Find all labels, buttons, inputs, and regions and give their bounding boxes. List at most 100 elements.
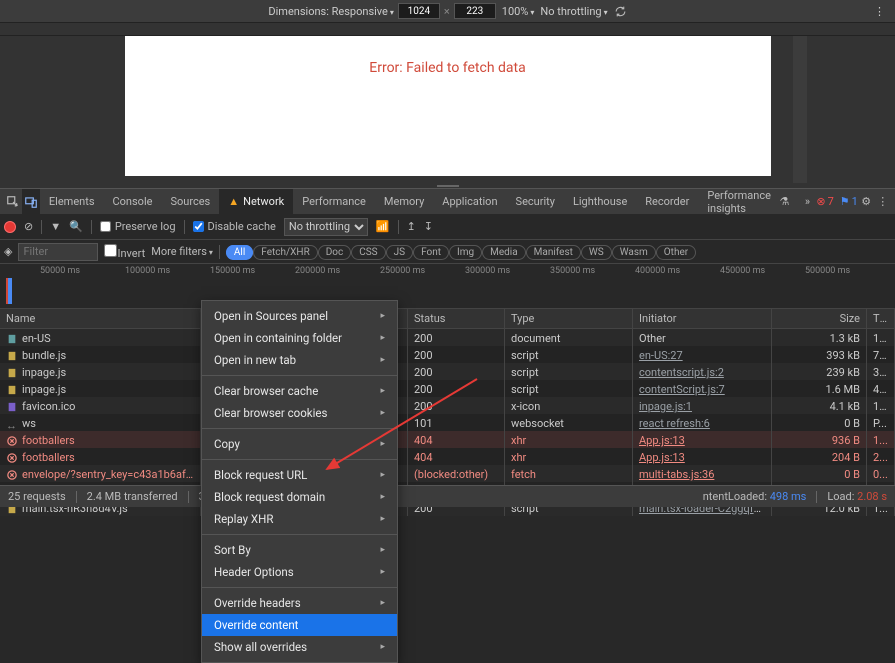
context-menu-item-clear-browser-cookies[interactable]: Clear browser cookies: [202, 402, 397, 424]
context-menu-separator: [202, 428, 397, 429]
table-row[interactable]: footballers404xhrApp.js:13204 B2...: [0, 448, 895, 465]
filter-pill-ws[interactable]: WS: [581, 245, 612, 260]
record-button[interactable]: [4, 221, 16, 233]
context-menu-item-block-request-domain[interactable]: Block request domain: [202, 486, 397, 508]
file-type-icon: [6, 385, 18, 395]
initiator-link[interactable]: contentscript.js:2: [639, 366, 724, 379]
tab-memory[interactable]: Memory: [375, 189, 433, 214]
waterfall-overview[interactable]: 50000 ms100000 ms150000 ms200000 ms25000…: [0, 264, 895, 309]
table-row[interactable]: favicon.ico200x-iconinpage.js:14.1 kB12.…: [0, 397, 895, 414]
context-menu-item-sort-by[interactable]: Sort By: [202, 539, 397, 561]
timeline-tick: 350000 ms: [550, 266, 595, 276]
filter-pill-font[interactable]: Font: [413, 245, 449, 260]
filter-pill-other[interactable]: Other: [656, 245, 696, 260]
more-tabs-icon[interactable]: »: [798, 189, 816, 214]
tab-application[interactable]: Application: [433, 189, 506, 214]
status-requests: 25 requests: [8, 490, 66, 503]
file-type-icon: [6, 402, 18, 412]
tab-lighthouse[interactable]: Lighthouse: [564, 189, 636, 214]
context-menu-item-open-in-sources-panel[interactable]: Open in Sources panel: [202, 305, 397, 327]
tab-sources[interactable]: Sources: [161, 189, 219, 214]
table-row[interactable]: ↔ws101websocketreact refresh:60 BP...: [0, 414, 895, 431]
table-header[interactable]: Name Status Type Initiator Size Ti...: [0, 309, 895, 329]
col-size: Size: [772, 309, 867, 328]
context-menu-item-override-headers[interactable]: Override headers: [202, 592, 397, 614]
context-menu-item-open-in-containing-folder[interactable]: Open in containing folder: [202, 327, 397, 349]
invert-checkbox[interactable]: Invert: [104, 244, 145, 260]
filter-pill-fetchxhr[interactable]: Fetch/XHR: [253, 245, 317, 260]
status-load: Load: 2.08 s: [827, 490, 887, 503]
device-mode-icon[interactable]: [22, 189, 40, 214]
search-icon[interactable]: 🔍: [69, 220, 83, 233]
timeline-tick: 200000 ms: [295, 266, 340, 276]
initiator-link[interactable]: inpage.js:1: [639, 400, 692, 413]
settings-gear-icon[interactable]: ⚙: [858, 195, 875, 208]
filter-pill-manifest[interactable]: Manifest: [526, 245, 581, 260]
timeline-tick: 400000 ms: [635, 266, 680, 276]
network-conditions-icon[interactable]: 📶: [376, 220, 390, 233]
context-menu: Open in Sources panelOpen in containing …: [201, 300, 398, 663]
table-row[interactable]: en-US200documentOther1.3 kB12...: [0, 329, 895, 346]
more-filters-dropdown[interactable]: More filters: [151, 245, 213, 258]
inspect-icon[interactable]: [4, 189, 22, 214]
context-menu-item-clear-browser-cache[interactable]: Clear browser cache: [202, 380, 397, 402]
dimensions-dropdown[interactable]: Dimensions: Responsive: [268, 5, 393, 18]
disable-cache-checkbox[interactable]: Disable cache: [193, 220, 276, 233]
preserve-log-checkbox[interactable]: Preserve log: [100, 220, 176, 233]
initiator-link[interactable]: contentScript.js:7: [639, 383, 725, 396]
export-har-icon[interactable]: ↧: [424, 220, 433, 233]
filter-pill-media[interactable]: Media: [482, 245, 526, 260]
zoom-dropdown[interactable]: 100%: [502, 5, 535, 18]
timeline-tick: 250000 ms: [380, 266, 425, 276]
app-error-text: Error: Failed to fetch data: [369, 60, 525, 76]
context-menu-item-block-request-url[interactable]: Block request URL: [202, 464, 397, 486]
table-row[interactable]: footballers404xhrApp.js:13936 B1...: [0, 431, 895, 448]
table-row[interactable]: bundle.js200scripten-US:27393 kB75...: [0, 346, 895, 363]
initiator-link[interactable]: en-US:27: [639, 349, 683, 362]
initiator-link[interactable]: react refresh:6: [639, 417, 710, 430]
tab-performance-insights[interactable]: Performance insights ⚗: [698, 189, 798, 214]
context-menu-item-open-in-new-tab[interactable]: Open in new tab: [202, 349, 397, 371]
devtools-tab-bar: Elements Console Sources ▲Network Perfor…: [0, 188, 895, 214]
device-throttling-dropdown[interactable]: No throttling: [540, 5, 607, 18]
initiator-link[interactable]: App.js:13: [639, 434, 685, 447]
clear-icon[interactable]: ⊘: [24, 220, 33, 233]
tab-security[interactable]: Security: [507, 189, 564, 214]
device-height-input[interactable]: [454, 3, 496, 19]
context-menu-item-replay-xhr[interactable]: Replay XHR: [202, 508, 397, 530]
table-row[interactable]: inpage.js200scriptcontentscript.js:2239 …: [0, 363, 895, 380]
table-row[interactable]: inpage.js200scriptcontentScript.js:71.6 …: [0, 380, 895, 397]
funnel-icon[interactable]: ◈: [4, 245, 12, 258]
context-menu-item-copy[interactable]: Copy: [202, 433, 397, 455]
errors-badge[interactable]: ⊗7: [816, 195, 833, 208]
tab-console[interactable]: Console: [104, 189, 162, 214]
timeline-tick: 150000 ms: [210, 266, 255, 276]
filter-toggle-icon[interactable]: ▼: [50, 220, 61, 233]
devtools-more-icon[interactable]: ⋮: [874, 195, 891, 208]
filter-input[interactable]: [18, 243, 98, 261]
context-menu-item-header-options[interactable]: Header Options: [202, 561, 397, 583]
issues-badge[interactable]: ⚑1: [840, 195, 858, 208]
tab-recorder[interactable]: Recorder: [636, 189, 698, 214]
network-throttling-select[interactable]: No throttling: [284, 218, 368, 236]
initiator-link[interactable]: multi-tabs.js:36: [639, 468, 714, 481]
ruler-horizontal: [0, 22, 895, 36]
filter-pill-img[interactable]: Img: [449, 245, 482, 260]
filter-pill-js[interactable]: JS: [386, 245, 413, 260]
tab-performance[interactable]: Performance: [293, 189, 375, 214]
tab-elements[interactable]: Elements: [40, 189, 104, 214]
filter-pill-css[interactable]: CSS: [351, 245, 385, 260]
timeline-tick: 450000 ms: [720, 266, 765, 276]
device-width-input[interactable]: [398, 3, 440, 19]
filter-pill-all[interactable]: All: [226, 245, 253, 260]
tab-network[interactable]: ▲Network: [219, 189, 293, 214]
context-menu-item-show-all-overrides[interactable]: Show all overrides: [202, 636, 397, 658]
rotate-icon[interactable]: [614, 5, 627, 18]
device-more-icon[interactable]: ⋮: [874, 5, 885, 18]
filter-pill-wasm[interactable]: Wasm: [612, 245, 656, 260]
initiator-link[interactable]: App.js:13: [639, 451, 685, 464]
filter-pill-doc[interactable]: Doc: [318, 245, 352, 260]
context-menu-item-override-content[interactable]: Override content: [202, 614, 397, 636]
import-har-icon[interactable]: ↥: [407, 220, 416, 233]
table-row[interactable]: envelope/?sentry_key=c43a1b6af24946be99c…: [0, 465, 895, 482]
